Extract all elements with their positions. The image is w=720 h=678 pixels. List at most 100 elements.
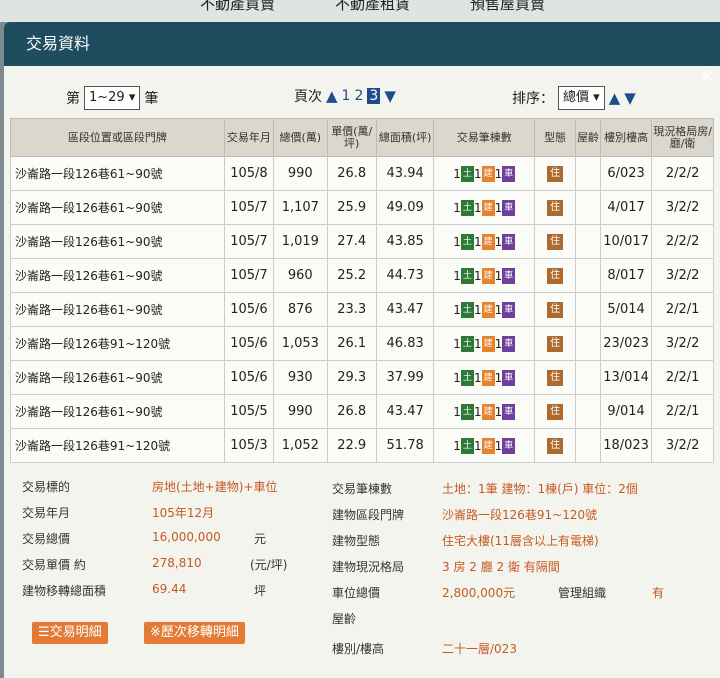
cell-layout: 2/2/2: [651, 156, 714, 191]
cell-address: 沙崙路一段126巷61~90號: [10, 394, 225, 429]
range-prefix: 第: [66, 91, 80, 107]
cell-total: 1,107: [273, 190, 328, 225]
controls-bar: 第 1~29 ▾ 筆 頁次 ▲ 1 2 3 ▼ 排序： 總價 ▾ ▲ ▼: [4, 66, 720, 124]
parking-badge-icon: 車: [502, 437, 516, 454]
cell-age: [575, 258, 601, 293]
cell-total: 990: [273, 156, 328, 191]
cell-unit: 26.8: [326, 156, 377, 191]
residential-type-icon: 住: [547, 404, 564, 420]
land-badge-icon: 土: [460, 199, 474, 216]
table-body: 沙崙路一段126巷61~90號 105/8 990 26.8 43.94 1 土 1 建 1 車住 6…: [10, 156, 714, 463]
nav-rent[interactable]: 不動產租賃: [335, 0, 410, 14]
col-count: 交易筆棟數: [433, 118, 536, 157]
range-select[interactable]: 1~29 ▾: [84, 86, 141, 110]
sort-desc-icon[interactable]: ▼: [624, 89, 636, 107]
table-row[interactable]: 沙崙路一段126巷61~90號 105/7 960 25.2 44.73 1 土 1 建 1 車住 8…: [10, 258, 714, 293]
sort-asc-icon[interactable]: ▲: [609, 89, 621, 107]
cell-address: 沙崙路一段126巷91~120號: [10, 326, 225, 361]
cell-floor: 8/017: [599, 258, 653, 293]
transaction-detail-button[interactable]: ☰交易明細: [32, 622, 108, 644]
cell-address: 沙崙路一段126巷61~90號: [10, 190, 225, 225]
cell-age: [575, 156, 601, 191]
residential-type-icon: 住: [547, 302, 564, 318]
building-badge-icon: 建: [481, 335, 495, 352]
residential-type-icon: 住: [547, 200, 564, 216]
cell-area: 49.09: [375, 190, 435, 225]
cell-count: 1土1建1車: [433, 258, 536, 293]
count-number: 1: [473, 370, 482, 385]
count-value: 土地：1筆 建物：1棟(戶) 車位：2個: [442, 482, 638, 496]
table-row[interactable]: 沙崙路一段126巷61~90號 105/8 990 26.8 43.94 1 土 1 建 1 車住 6…: [10, 156, 714, 191]
table-row[interactable]: 沙崙路一段126巷61~90號 105/6 876 23.3 43.47 1 土 1 建 1 車住 5…: [10, 292, 714, 327]
range-control: 第 1~29 ▾ 筆: [66, 86, 158, 110]
cell-total: 876: [273, 292, 328, 327]
count-number: 1: [473, 438, 482, 453]
count-number: 1: [453, 438, 461, 453]
cell-ym: 105/3: [223, 428, 275, 463]
building-badge-icon: 建: [481, 369, 495, 386]
nav-presale[interactable]: 預售屋買賣: [470, 0, 545, 14]
ym-label: 交易年月: [22, 506, 71, 520]
land-badge-icon: 土: [460, 267, 474, 284]
prev-page-icon[interactable]: ▲: [326, 87, 338, 105]
table-row[interactable]: 沙崙路一段126巷61~90號 105/6 930 29.3 37.99 1 土 1 建 1 車住 1…: [10, 360, 714, 395]
count-number: 1: [453, 302, 461, 317]
cell-address: 沙崙路一段126巷61~90號: [10, 258, 225, 293]
cell-layout: 3/2/2: [651, 326, 714, 361]
building-badge-icon: 建: [481, 233, 495, 250]
cell-area: 37.99: [375, 360, 435, 395]
land-badge-icon: 土: [460, 301, 474, 318]
next-page-icon[interactable]: ▼: [384, 87, 396, 105]
building-badge-icon: 建: [481, 199, 495, 216]
count-number: 1: [473, 234, 482, 249]
cell-floor: 10/017: [599, 224, 653, 259]
cell-ym: 105/5: [223, 394, 275, 429]
land-badge-icon: 土: [460, 335, 474, 352]
cell-area: 46.83: [375, 326, 435, 361]
mgmt-label: 管理組織: [558, 586, 607, 600]
count-number: 1: [453, 370, 461, 385]
page-2[interactable]: 2: [354, 88, 363, 104]
table-row[interactable]: 沙崙路一段126巷61~90號 105/5 990 26.8 43.47 1 土 1 建 1 車住 9…: [10, 394, 714, 429]
parking-badge-icon: 車: [502, 199, 516, 216]
building-badge-icon: 建: [481, 267, 495, 284]
cell-type: 住: [534, 326, 577, 361]
count-number: 1: [473, 166, 482, 181]
table-row[interactable]: 沙崙路一段126巷61~90號 105/7 1,107 25.9 49.09 1 土 1 建 1 車…: [10, 190, 714, 225]
page-1[interactable]: 1: [342, 88, 351, 104]
count-number: 1: [473, 336, 482, 351]
history-detail-button[interactable]: ※歷次移轉明細: [144, 622, 245, 644]
table-row[interactable]: 沙崙路一段126巷61~90號 105/7 1,019 27.4 43.85 1 土 1 建 1 車…: [10, 224, 714, 259]
sort-select[interactable]: 總價 ▾: [558, 86, 605, 110]
count-number: 1: [453, 404, 461, 419]
cell-age: [575, 292, 601, 327]
building-badge-icon: 建: [481, 165, 495, 182]
cell-ym: 105/7: [223, 224, 275, 259]
cell-area: 51.78: [375, 428, 435, 463]
count-number: 1: [473, 268, 482, 283]
cell-ym: 105/6: [223, 326, 275, 361]
cell-unit: 25.9: [326, 190, 377, 225]
building-badge-icon: 建: [481, 437, 495, 454]
cell-age: [575, 394, 601, 429]
cell-address: 沙崙路一段126巷61~90號: [10, 360, 225, 395]
cell-total: 990: [273, 394, 328, 429]
parking-badge-icon: 車: [502, 233, 516, 250]
cell-type: 住: [534, 360, 577, 395]
cell-ym: 105/6: [223, 292, 275, 327]
transaction-dialog: 交易資料 × 第 1~29 ▾ 筆 頁次 ▲ 1 2 3 ▼ 排序： 總價 ▾ …: [4, 22, 720, 678]
cell-floor: 13/014: [599, 360, 653, 395]
table-row[interactable]: 沙崙路一段126巷91~120號 105/6 1,053 26.1 46.83 1 土 1 建 1…: [10, 326, 714, 361]
cell-address: 沙崙路一段126巷61~90號: [10, 224, 225, 259]
nav-sale[interactable]: 不動產買賣: [200, 0, 275, 14]
page-3[interactable]: 3: [367, 88, 381, 104]
type-value: 住宅大樓(11層含以上有電梯): [442, 534, 599, 548]
count-number: 1: [494, 404, 503, 419]
count-number: 1: [494, 166, 503, 181]
table-row[interactable]: 沙崙路一段126巷91~120號 105/3 1,052 22.9 51.78 1 土 1 建 1…: [10, 428, 714, 463]
parking-badge-icon: 車: [502, 369, 516, 386]
count-number: 1: [473, 200, 482, 215]
cell-layout: 2/2/1: [651, 292, 714, 327]
cell-total: 960: [273, 258, 328, 293]
area-label: 建物移轉總面積: [22, 584, 107, 598]
